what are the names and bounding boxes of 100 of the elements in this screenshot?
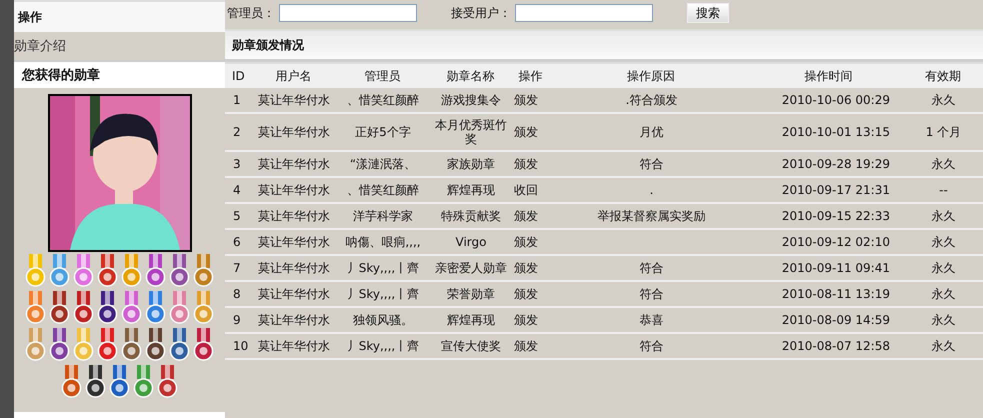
table-cell: 2 xyxy=(233,125,241,139)
table-cell: 2010-09-28 19:29 xyxy=(782,157,890,171)
table-cell: 颁发 xyxy=(514,287,538,301)
table-cell: 颁发 xyxy=(514,313,538,327)
table-cell: 永久 xyxy=(932,339,956,353)
table-cell: 洋芋科学家 xyxy=(353,209,413,223)
table-cell: 宣传大使奖 xyxy=(441,339,501,353)
table-cell: 呐傷、哏痌,,,, xyxy=(345,235,421,249)
table-cell: 游戏搜集令 xyxy=(441,93,501,107)
search-field[interactable] xyxy=(279,4,417,22)
table-cell: 1 xyxy=(233,93,241,107)
table-cell: 永久 xyxy=(932,287,956,301)
medal-icon xyxy=(121,291,142,325)
table-cell: 2010-09-11 09:41 xyxy=(782,261,890,275)
table-cell: 、惜笑红颜醉 xyxy=(347,183,419,197)
table-cell: 莫让年华付水 xyxy=(258,261,330,275)
column-header: 操作 xyxy=(513,63,549,88)
table-cell: “漾漣泯落、 xyxy=(350,157,416,171)
table-cell: 颁发 xyxy=(514,339,538,353)
table-cell: -- xyxy=(939,183,948,197)
table-cell: 永久 xyxy=(932,93,956,107)
medal-icon xyxy=(49,291,70,325)
table-cell: 10 xyxy=(233,339,248,353)
medal-icon xyxy=(49,254,70,288)
table-cell: 颁发 xyxy=(514,261,538,275)
column-header: ID xyxy=(225,63,251,88)
medal-icon xyxy=(145,291,166,325)
table-cell: 莫让年华付水 xyxy=(258,93,330,107)
table-cell: 莫让年华付水 xyxy=(258,287,330,301)
medal-icon xyxy=(49,328,70,362)
field-label: 管理员： xyxy=(227,4,275,22)
table-cell: 2010-09-17 21:31 xyxy=(782,183,890,197)
table-cell: 莫让年华付水 xyxy=(258,235,330,249)
table-cell: 颁发 xyxy=(514,209,538,223)
table-cell: 3 xyxy=(233,157,241,171)
table-cell: 独领风骚。 xyxy=(353,313,413,327)
medal-icon xyxy=(121,254,142,288)
table-cell: 丿Sky,,,,丨齊 xyxy=(346,261,420,275)
table-cell: 永久 xyxy=(932,157,956,171)
table-cell: 永久 xyxy=(932,261,956,275)
table-cell: 特殊贡献奖 xyxy=(441,209,501,223)
table-cell: 符合 xyxy=(640,339,664,353)
table-cell: 莫让年华付水 xyxy=(258,125,330,139)
table-cell: 正好5个字 xyxy=(355,125,411,139)
table-cell: 符合 xyxy=(640,157,664,171)
medal-icon xyxy=(193,291,214,325)
table-cell: 莫让年华付水 xyxy=(258,339,330,353)
medal-icon xyxy=(145,254,166,288)
medal-icon xyxy=(109,365,130,399)
column-header: 管理员 xyxy=(337,63,429,88)
table-cell: 颁发 xyxy=(514,235,538,249)
table-cell: 2010-10-01 13:15 xyxy=(782,125,890,139)
medal-icon xyxy=(133,365,154,399)
medal-icon xyxy=(73,291,94,325)
table-cell: 丿Sky,,,,丨齊 xyxy=(346,339,420,353)
column-header: 用户名 xyxy=(251,63,337,88)
table-cell: 丿Sky,,,,丨齊 xyxy=(346,287,420,301)
table-cell: 永久 xyxy=(932,235,956,249)
table-cell: 莫让年华付水 xyxy=(258,209,330,223)
medal-icon xyxy=(85,365,106,399)
table-cell: 9 xyxy=(233,313,241,327)
medal-icon xyxy=(193,328,214,362)
medal-icon xyxy=(157,365,178,399)
medal-icon xyxy=(169,328,190,362)
medal-icon xyxy=(169,291,190,325)
table-cell: 亲密爱人勋章 xyxy=(435,261,507,275)
medal-icon xyxy=(25,291,46,325)
medal-icon xyxy=(97,328,118,362)
table-cell: 2010-09-15 22:33 xyxy=(782,209,890,223)
table-cell: 2010-08-11 13:19 xyxy=(782,287,890,301)
table-cell: 辉煌再现 xyxy=(447,183,495,197)
table-cell: 本月优秀斑竹奖 xyxy=(435,118,507,146)
table-cell: . xyxy=(650,183,654,197)
table-cell: 6 xyxy=(233,235,241,249)
table-cell: .符合颁发 xyxy=(626,93,678,107)
medal-icon xyxy=(97,254,118,288)
medal-icon xyxy=(121,328,142,362)
search-field[interactable] xyxy=(515,4,653,22)
table-cell: 符合 xyxy=(640,261,664,275)
table-cell: 7 xyxy=(233,261,241,275)
column-header: 操作原因 xyxy=(549,63,754,88)
table-cell: 2010-10-06 00:29 xyxy=(782,93,890,107)
table-cell: 举报某督察属实奖励 xyxy=(598,209,706,223)
table-cell: 莫让年华付水 xyxy=(258,157,330,171)
table-cell: 1 个月 xyxy=(926,125,962,139)
table-cell: 莫让年华付水 xyxy=(258,313,330,327)
table-cell: 颁发 xyxy=(514,125,538,139)
table-cell: 颁发 xyxy=(514,157,538,171)
column-header: 操作时间 xyxy=(754,63,904,88)
sidebar-item[interactable]: 勋章介绍 xyxy=(14,32,225,60)
table-cell: 5 xyxy=(233,209,241,223)
medal-icon xyxy=(193,254,214,288)
table-cell: 家族勋章 xyxy=(447,157,495,171)
search-button[interactable]: 搜索 xyxy=(687,3,729,23)
column-header: 勋章名称 xyxy=(429,63,513,88)
table-cell: 2010-08-09 14:59 xyxy=(782,313,890,327)
medal-icon xyxy=(25,328,46,362)
medal-icon xyxy=(145,328,166,362)
panel-title: 您获得的勋章 xyxy=(14,60,225,88)
table-cell: 辉煌再现 xyxy=(447,313,495,327)
